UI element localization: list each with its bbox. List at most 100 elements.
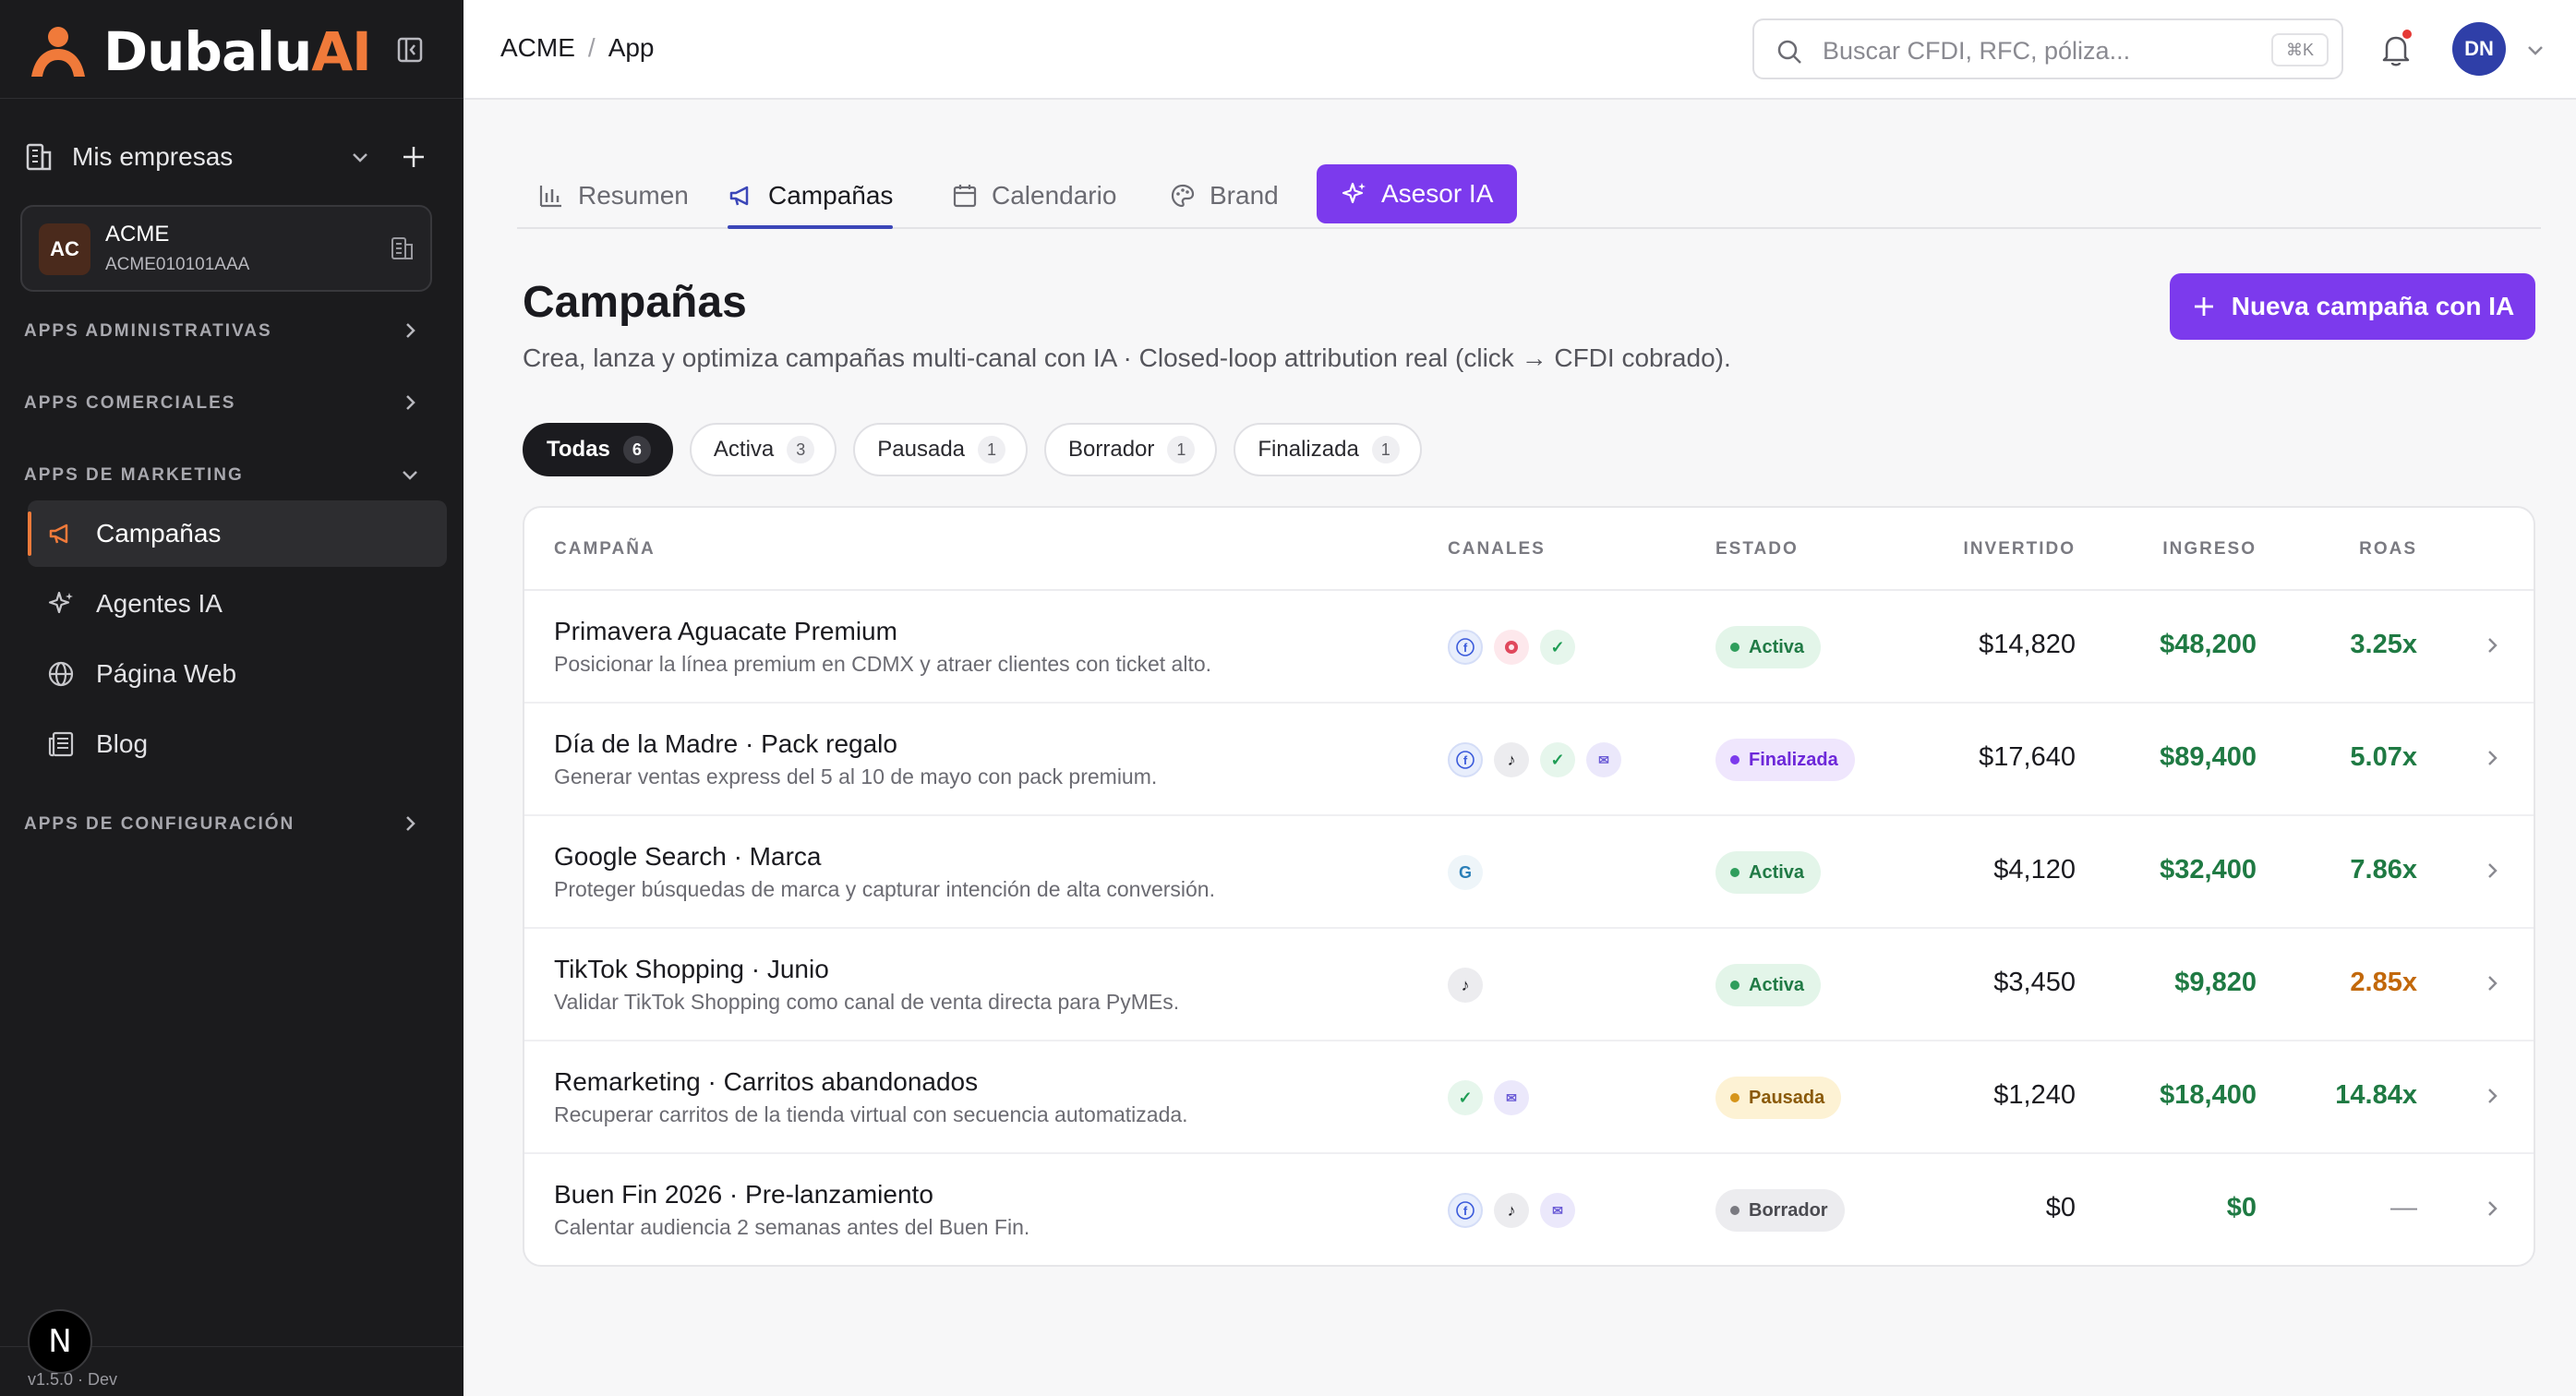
tab-resumen[interactable]: Resumen [537, 164, 689, 227]
sidebar-item-label: Página Web [96, 659, 237, 688]
invested-value: $1,240 [1993, 1080, 2076, 1110]
table-row[interactable]: TikTok Shopping · Junio Validar TikTok Sh… [524, 929, 2534, 1041]
chevron-right-icon [406, 323, 415, 338]
tab-campanas[interactable]: Campañas [728, 164, 894, 229]
tiktok-icon: ♪ [1448, 968, 1483, 1003]
revenue-value: $18,400 [2160, 1080, 2257, 1110]
tab-calendario[interactable]: Calendario [951, 164, 1116, 227]
col-header-invertido[interactable]: INVERTIDO [1964, 539, 2076, 560]
sidebar-item-agentes-ia[interactable]: Agentes IA [28, 571, 447, 637]
tab-asesor-ia[interactable]: Asesor IA [1317, 164, 1518, 223]
global-search[interactable]: Buscar CFDI, RFC, póliza... ⌘K [1752, 18, 2343, 79]
table-row[interactable]: Remarketing · Carritos abandonados Recupe… [524, 1041, 2534, 1154]
email-icon: ✉ [1494, 1080, 1529, 1115]
chevron-down-icon[interactable] [347, 144, 373, 170]
col-header-estado[interactable]: ESTADO [1715, 539, 1799, 560]
add-company-icon[interactable] [399, 142, 428, 172]
channel-list: f ✓ [1448, 630, 1575, 665]
bar-chart-icon [539, 186, 561, 208]
sidebar-item-label: Agentes IA [96, 589, 223, 618]
palette-icon [1171, 184, 1195, 208]
col-header-campana[interactable]: CAMPAÑA [554, 539, 656, 560]
plus-icon [2194, 297, 2213, 316]
brand-name: DubaluAI [103, 20, 372, 83]
invested-value: $14,820 [1979, 630, 2076, 659]
status-filters: Todas 6 Activa 3 Pausada 1 Borrador 1 Finali… [523, 423, 1422, 476]
channel-list: ✓ ✉ [1448, 1080, 1529, 1115]
filter-borrador[interactable]: Borrador 1 [1044, 423, 1218, 476]
filter-activa[interactable]: Activa 3 [689, 423, 837, 476]
brand-logo[interactable]: DubaluAI [26, 20, 372, 83]
revenue-value: $89,400 [2160, 742, 2257, 772]
calendar-icon [953, 185, 977, 208]
chevron-right-icon [406, 395, 415, 410]
roas-value: — [2390, 1193, 2417, 1222]
chevron-right-icon [406, 816, 415, 831]
tiktok-icon: ♪ [1494, 1193, 1529, 1228]
campaign-name[interactable]: Remarketing · Carritos abandonados [554, 1067, 978, 1097]
new-campaign-button[interactable]: Nueva campaña con IA [2170, 273, 2535, 340]
sidebar-item-blog[interactable]: Blog [28, 711, 447, 777]
section-apps-marketing[interactable]: APPS DE MARKETING [24, 465, 430, 486]
building-icon [391, 237, 413, 259]
col-header-roas[interactable]: ROAS [2359, 539, 2417, 560]
table-row[interactable]: Día de la Madre · Pack regalo Generar ven… [524, 704, 2534, 816]
app-version: v1.5.0 · Dev [28, 1370, 118, 1389]
section-apps-administrativas[interactable]: APPS ADMINISTRATIVAS [24, 321, 430, 342]
sidebar-item-label: Blog [96, 729, 149, 758]
breadcrumb-item[interactable]: App [608, 33, 655, 63]
table-row[interactable]: Google Search · Marca Proteger búsquedas … [524, 816, 2534, 929]
col-header-canales: CANALES [1448, 539, 1546, 559]
status-badge: Pausada [1715, 1077, 1842, 1119]
filter-count: 3 [787, 436, 815, 463]
breadcrumb-item[interactable]: ACME [500, 33, 575, 63]
megaphone-icon [44, 517, 78, 550]
col-header-ingreso[interactable]: INGRESO [2162, 539, 2257, 560]
campaigns-table: CAMPAÑA CANALES ESTADO INVERTIDO INGRESO… [523, 506, 2535, 1267]
chevron-right-icon[interactable] [2480, 746, 2504, 775]
topbar: ACME / App Buscar CFDI, RFC, póliza... ⌘… [463, 0, 2576, 100]
status-label: Pausada [1749, 1087, 1825, 1108]
company-selector[interactable]: Mis empresas [22, 137, 428, 177]
filter-count: 6 [622, 436, 651, 463]
chevron-right-icon[interactable] [2480, 859, 2504, 887]
sidebar-collapse-icon[interactable] [391, 31, 428, 68]
campaign-name[interactable]: Google Search · Marca [554, 842, 821, 872]
user-avatar[interactable]: DN [2452, 22, 2506, 76]
status-label: Activa [1749, 861, 1805, 883]
campaign-name[interactable]: Buen Fin 2026 · Pre-lanzamiento [554, 1180, 933, 1209]
chevron-right-icon[interactable] [2480, 971, 2504, 1000]
search-input[interactable]: Buscar CFDI, RFC, póliza... [1823, 37, 2130, 66]
sidebar-item-pagina-web[interactable]: Página Web [28, 641, 447, 707]
chevron-down-icon [403, 471, 417, 480]
filter-todas[interactable]: Todas 6 [523, 423, 673, 476]
chevron-down-icon[interactable] [2524, 39, 2546, 61]
tab-brand[interactable]: Brand [1169, 164, 1279, 227]
campaign-description: Generar ventas express del 5 al 10 de ma… [554, 764, 1158, 788]
campaign-name[interactable]: Primavera Aguacate Premium [554, 617, 897, 646]
active-company-card[interactable]: AC ACME ACME010101AAA [20, 205, 432, 292]
filter-finalizada[interactable]: Finalizada 1 [1234, 423, 1422, 476]
status-dot [1730, 643, 1739, 652]
campaign-name[interactable]: Día de la Madre · Pack regalo [554, 729, 897, 759]
svg-text:f: f [1463, 1204, 1468, 1218]
svg-text:f: f [1463, 753, 1468, 767]
whatsapp-icon: ✓ [1540, 630, 1575, 665]
chevron-right-icon[interactable] [2480, 633, 2504, 662]
facebook-icon: f [1448, 742, 1483, 777]
chevron-right-icon[interactable] [2480, 1197, 2504, 1225]
building-icon [26, 143, 52, 171]
campaign-name[interactable]: TikTok Shopping · Junio [554, 955, 829, 984]
section-apps-configuracion[interactable]: APPS DE CONFIGURACIÓN [24, 814, 430, 835]
svg-text:f: f [1463, 641, 1468, 655]
chevron-right-icon[interactable] [2480, 1084, 2504, 1113]
channel-list: ♪ [1448, 968, 1483, 1003]
filter-count: 1 [1167, 436, 1196, 463]
invested-value: $3,450 [1993, 968, 2076, 997]
filter-pausada[interactable]: Pausada 1 [853, 423, 1029, 476]
sidebar-item-campanas[interactable]: Campañas [28, 500, 447, 567]
table-row[interactable]: Buen Fin 2026 · Pre-lanzamiento Calentar … [524, 1154, 2534, 1265]
table-row[interactable]: Primavera Aguacate Premium Posicionar la … [524, 591, 2534, 704]
section-apps-comerciales[interactable]: APPS COMERCIALES [24, 393, 430, 414]
dev-tools-badge[interactable]: N [28, 1309, 92, 1374]
